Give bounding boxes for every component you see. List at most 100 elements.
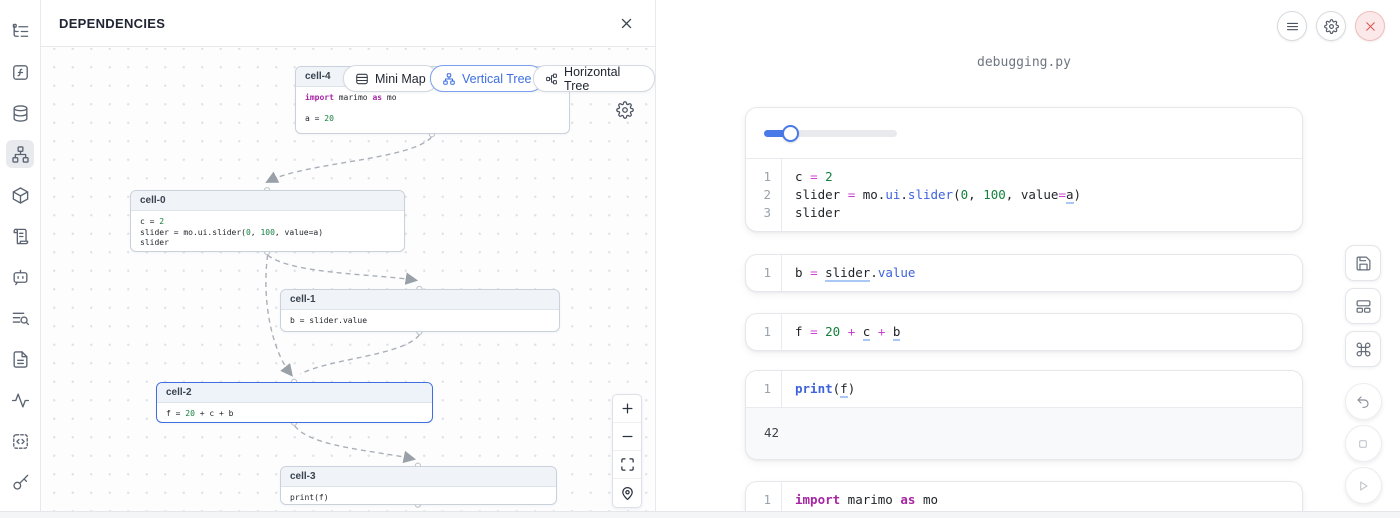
close-panel-button[interactable]: [615, 12, 637, 34]
sidebar-item-logs[interactable]: [6, 222, 34, 250]
line-numbers: 123: [746, 159, 782, 231]
gear-icon: [616, 101, 634, 119]
layout-icon: [1355, 298, 1372, 315]
slider-widget[interactable]: [764, 125, 897, 142]
sidebar-item-snippets[interactable]: [6, 427, 34, 455]
line-numbers: 1: [746, 371, 782, 407]
notebook-settings-button[interactable]: [1316, 11, 1346, 41]
sidebar-item-variables[interactable]: [6, 58, 34, 86]
vertical-tree-icon: [442, 72, 456, 86]
graph-node-cell-1[interactable]: cell-1 b = slider.value: [280, 289, 560, 332]
package-icon: [11, 186, 30, 205]
notebook-cell: 1 print(f) 42: [745, 370, 1303, 460]
line-numbers: 1: [746, 255, 782, 291]
dependency-graph-canvas[interactable]: cell-4 import marimo as mo a = 20 cell-0…: [41, 48, 655, 511]
graph-node-code: b = slider.value: [281, 310, 559, 332]
database-icon: [11, 104, 30, 123]
cell-output-text: 42: [746, 407, 1302, 459]
sidebar-item-secrets[interactable]: [6, 468, 34, 496]
notebook-area: debugging.py 123 c = 2slider = mo.ui.sli…: [656, 0, 1400, 518]
dependencies-panel: DEPENDENCIES: [41, 0, 656, 511]
minus-icon: [620, 429, 635, 444]
console-panel-edge[interactable]: [0, 511, 1400, 518]
graph-node-code: f = 20 + c + b: [157, 403, 432, 423]
rows-icon: [355, 72, 369, 86]
graph-node-cell-3[interactable]: cell-3 print(f): [280, 466, 557, 505]
command-icon: [1355, 341, 1372, 358]
graph-node-title: cell-3: [281, 467, 556, 487]
key-icon: [11, 473, 30, 492]
horizontal-tree-label: Horizontal Tree: [564, 65, 643, 93]
helper-sidebar: [0, 0, 41, 518]
graph-node-title: cell-1: [281, 290, 559, 310]
notebook-cell: 123 c = 2slider = mo.ui.slider(0, 100, v…: [745, 107, 1303, 232]
close-icon: [1363, 19, 1378, 34]
stop-button[interactable]: [1345, 425, 1382, 462]
save-icon: [1355, 255, 1372, 272]
sidebar-item-chat[interactable]: [6, 263, 34, 291]
dependencies-panel-header: DEPENDENCIES: [41, 0, 655, 47]
notebook-cell: 1 b = slider.value: [745, 254, 1303, 292]
keyboard-shortcuts-button[interactable]: [1345, 331, 1381, 367]
zoom-in-button[interactable]: [613, 395, 641, 423]
function-icon: [11, 63, 30, 82]
activity-icon: [11, 391, 30, 410]
layout-button[interactable]: [1345, 288, 1381, 324]
graph-settings-button[interactable]: [616, 101, 636, 121]
location-pin-icon: [620, 486, 635, 501]
code-snippet-icon: [11, 432, 30, 451]
code-editor[interactable]: b = slider.value: [782, 255, 915, 291]
code-editor[interactable]: c = 2slider = mo.ui.slider(0, 100, value…: [782, 159, 1081, 231]
document-icon: [11, 350, 30, 369]
gear-icon: [1324, 19, 1339, 34]
list-search-icon: [11, 309, 30, 328]
run-icon: [1355, 478, 1371, 494]
graph-node-code: c = 2slider = mo.ui.slider(0, 100, value…: [131, 211, 404, 252]
code-editor[interactable]: print(f): [782, 371, 855, 407]
sidebar-item-file-explorer[interactable]: [6, 17, 34, 45]
horizontal-tree-button[interactable]: Horizontal Tree: [533, 65, 655, 92]
sidebar-item-datasources[interactable]: [6, 99, 34, 127]
sidebar-item-documentation[interactable]: [6, 345, 34, 373]
close-icon: [619, 16, 634, 31]
zoom-out-button[interactable]: [613, 423, 641, 451]
mini-map-button[interactable]: Mini Map: [343, 65, 438, 92]
save-button[interactable]: [1345, 245, 1381, 281]
line-numbers: 1: [746, 314, 782, 350]
notebook-cell: 1 f = 20 + c + b: [745, 313, 1303, 351]
graph-node-cell-2[interactable]: cell-2 f = 20 + c + b: [156, 382, 433, 423]
locate-button[interactable]: [613, 479, 641, 507]
graph-zoom-controls: [612, 394, 642, 508]
stop-icon: [1355, 436, 1371, 452]
panel-title: DEPENDENCIES: [59, 16, 165, 31]
plus-icon: [620, 401, 635, 416]
graph-node-code: import marimo as mo a = 20: [296, 87, 569, 131]
bot-chat-icon: [11, 268, 30, 287]
marimo-app: DEPENDENCIES: [0, 0, 1400, 518]
graph-node-cell-0[interactable]: cell-0 c = 2slider = mo.ui.slider(0, 100…: [130, 190, 405, 252]
sidebar-item-tracing[interactable]: [6, 304, 34, 332]
run-button[interactable]: [1345, 467, 1382, 504]
notebook-action-rail: [1345, 245, 1381, 509]
sidebar-item-outline[interactable]: [6, 386, 34, 414]
shutdown-button[interactable]: [1355, 11, 1385, 41]
undo-icon: [1355, 394, 1371, 410]
mini-map-label: Mini Map: [375, 72, 426, 86]
cell-output-slider: [746, 108, 1302, 158]
vertical-tree-button[interactable]: Vertical Tree: [430, 65, 543, 92]
notebook-filename: debugging.py: [745, 55, 1303, 70]
sidebar-item-dependencies[interactable]: [6, 140, 34, 168]
graph-icon: [11, 145, 30, 164]
graph-node-code: print(f): [281, 487, 556, 505]
sidebar-item-packages[interactable]: [6, 181, 34, 209]
maximize-icon: [620, 457, 635, 472]
fit-view-button[interactable]: [613, 451, 641, 479]
slider-thumb[interactable]: [782, 125, 799, 142]
notebook-column: debugging.py 123 c = 2slider = mo.ui.sli…: [745, 0, 1303, 518]
vertical-tree-label: Vertical Tree: [462, 72, 531, 86]
undo-button[interactable]: [1345, 383, 1382, 420]
graph-node-title: cell-0: [131, 191, 404, 211]
code-editor[interactable]: f = 20 + c + b: [782, 314, 900, 350]
list-tree-icon: [11, 22, 30, 41]
horizontal-tree-icon: [545, 72, 558, 86]
